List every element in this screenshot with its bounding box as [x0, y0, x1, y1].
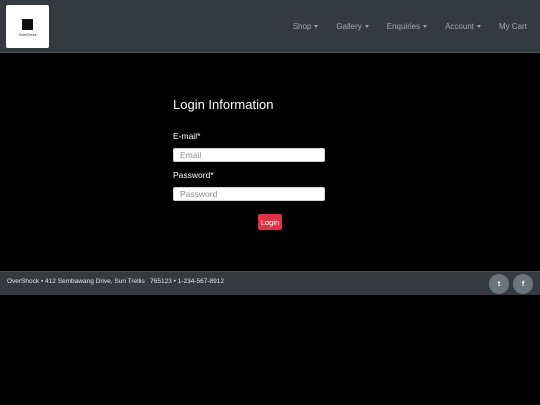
nav-item-label: Gallery	[336, 22, 362, 31]
nav-item-label: Enquiries	[386, 22, 421, 31]
password-label: Password*	[173, 170, 214, 180]
twitter-icon[interactable]: t	[489, 274, 509, 294]
login-button[interactable]: Login	[258, 214, 282, 230]
chevron-down-icon	[364, 25, 369, 28]
nav-menu: Shop Gallery Enquiries Account My Cart	[284, 0, 540, 53]
chevron-down-icon	[314, 25, 319, 28]
chevron-down-icon	[423, 25, 428, 28]
email-field[interactable]	[173, 148, 325, 162]
email-label: E-mail*	[173, 131, 201, 141]
facebook-icon[interactable]: f	[513, 274, 533, 294]
page-title: Login Information	[173, 97, 274, 112]
chevron-down-icon	[477, 25, 481, 28]
twitter-glyph: t	[497, 280, 501, 288]
top-navbar: OverShock Shop Gallery Enquiries Account…	[0, 0, 540, 53]
brand-name: OverShock	[18, 33, 37, 37]
password-field[interactable]	[173, 187, 325, 201]
nav-item-enquiries[interactable]: Enquiries	[378, 22, 436, 31]
nav-item-account[interactable]: Account	[436, 22, 490, 31]
facebook-glyph: f	[521, 280, 525, 288]
login-form: Login Information E-mail* Password* Logi…	[173, 97, 325, 230]
nav-item-label: My Cart	[499, 22, 527, 31]
brand-mark-icon	[22, 19, 33, 30]
footer: OverShock • 412 Sembawang Drive, Sun Tre…	[0, 271, 540, 295]
nav-item-label: Account	[445, 22, 474, 31]
footer-contact-text: OverShock • 412 Sembawang Drive, Sun Tre…	[7, 278, 225, 285]
nav-item-gallery[interactable]: Gallery	[327, 22, 377, 31]
brand-logo[interactable]: OverShock	[6, 5, 49, 48]
nav-item-shop[interactable]: Shop	[284, 22, 328, 31]
nav-item-my-cart[interactable]: My Cart	[490, 22, 540, 31]
nav-item-label: Shop	[292, 22, 312, 31]
